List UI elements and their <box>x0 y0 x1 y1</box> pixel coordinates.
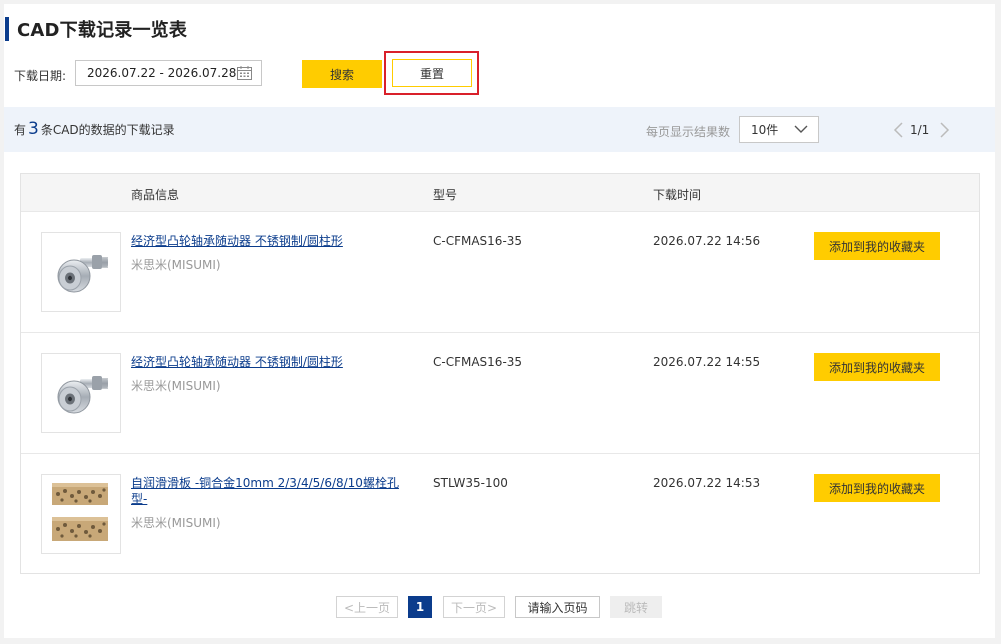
download-time: 2026.07.22 14:56 <box>653 234 761 248</box>
add-to-favorites-button[interactable]: 添加到我的收藏夹 <box>814 474 940 502</box>
product-thumbnail[interactable] <box>41 353 121 433</box>
search-button[interactable]: 搜索 <box>302 60 382 88</box>
per-page-select[interactable]: 10件 <box>739 116 819 143</box>
chevron-down-icon <box>794 125 808 133</box>
add-to-favorites-button[interactable]: 添加到我的收藏夹 <box>814 353 940 381</box>
page: CAD下载记录一览表 下载日期: 2026.07.22 - 2026.07.28… <box>4 4 995 638</box>
product-model: C-CFMAS16-35 <box>433 355 523 369</box>
cam-follower-image <box>57 376 108 414</box>
result-count-prefix: 有 <box>14 123 27 137</box>
table-header: 商品信息 型号 下载时间 <box>21 174 979 211</box>
page-header: CAD下载记录一览表 <box>4 17 187 41</box>
product-name-link[interactable]: 自润滑滑板 -铜合金10mm 2/3/4/5/6/8/10螺栓孔型- <box>131 475 411 507</box>
product-thumbnail[interactable] <box>41 232 121 312</box>
title-accent-bar <box>5 17 9 41</box>
result-count-number: 3 <box>28 119 39 139</box>
add-to-favorites-button[interactable]: 添加到我的收藏夹 <box>814 232 940 260</box>
result-count-suffix: 条CAD的数据的下载记录 <box>40 123 175 137</box>
product-thumbnail[interactable] <box>41 474 121 554</box>
reset-button[interactable]: 重置 <box>392 59 472 87</box>
table-row: 经济型凸轮轴承随动器 不锈钢制/圆柱形 米思米(MISUMI) C-CFMAS1… <box>21 332 979 453</box>
chevron-left-icon[interactable] <box>892 122 904 138</box>
download-time: 2026.07.22 14:55 <box>653 355 761 369</box>
per-page-label: 每页显示结果数 <box>646 125 731 139</box>
top-pager: 1/1 <box>892 121 951 139</box>
product-model: STLW35-100 <box>433 476 508 490</box>
date-range-value: 2026.07.22 - 2026.07.28 <box>87 66 237 80</box>
table-row: 经济型凸轮轴承随动器 不锈钢制/圆柱形 米思米(MISUMI) C-CFMAS1… <box>21 211 979 332</box>
table-row: 自润滑滑板 -铜合金10mm 2/3/4/5/6/8/10螺栓孔型- 米思米(M… <box>21 453 979 574</box>
date-filter-label: 下载日期: <box>14 68 67 83</box>
go-to-page-button[interactable]: 跳转 <box>610 596 662 618</box>
results-info-bar: 有 3 条CAD的数据的下载记录 每页显示结果数 10件 1/1 <box>4 107 995 152</box>
calendar-icon[interactable] <box>237 66 252 80</box>
header-time: 下载时间 <box>653 188 702 202</box>
page-number-1[interactable]: 1 <box>408 596 432 618</box>
product-maker: 米思米(MISUMI) <box>131 379 221 393</box>
prev-page-button[interactable]: <上一页 <box>336 596 398 618</box>
page-number-input[interactable]: 请输入页码 <box>515 596 600 618</box>
product-maker: 米思米(MISUMI) <box>131 258 221 272</box>
cam-follower-image <box>57 255 108 293</box>
sliding-plate-image <box>52 483 108 541</box>
product-name-link[interactable]: 经济型凸轮轴承随动器 不锈钢制/圆柱形 <box>131 233 411 249</box>
product-maker: 米思米(MISUMI) <box>131 516 221 530</box>
result-count: 有 3 条CAD的数据的下载记录 <box>14 121 175 138</box>
page-indicator: 1/1 <box>910 123 930 137</box>
header-model: 型号 <box>433 188 458 202</box>
product-name-link[interactable]: 经济型凸轮轴承随动器 不锈钢制/圆柱形 <box>131 354 411 370</box>
date-range-input[interactable]: 2026.07.22 - 2026.07.28 <box>75 60 262 86</box>
per-page-value: 10件 <box>751 123 779 137</box>
product-model: C-CFMAS16-35 <box>433 234 523 248</box>
date-filter: 下载日期: <box>14 60 66 90</box>
next-page-button[interactable]: 下一页> <box>443 596 505 618</box>
header-product: 商品信息 <box>131 188 180 202</box>
chevron-right-icon[interactable] <box>939 122 951 138</box>
page-title: CAD下载记录一览表 <box>17 20 188 41</box>
download-time: 2026.07.22 14:53 <box>653 476 761 490</box>
download-history-table: 商品信息 型号 下载时间 经济型凸轮轴承随动器 不锈钢制/圆柱形 米思米(MIS… <box>20 173 980 574</box>
